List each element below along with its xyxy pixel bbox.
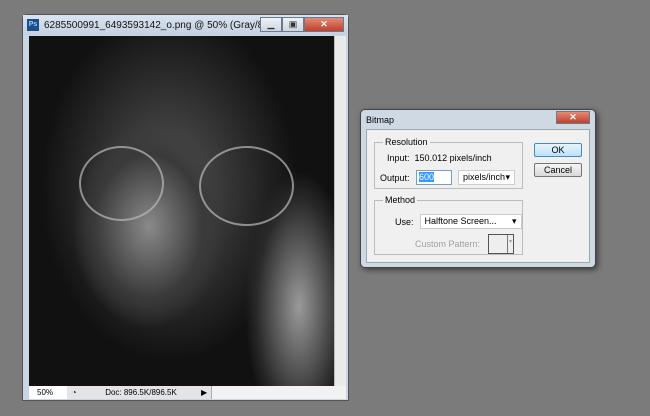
zoom-level[interactable]: 50% bbox=[29, 386, 67, 399]
status-menu-arrow-icon[interactable]: ▶ bbox=[201, 388, 211, 397]
chevron-down-icon: ▾ bbox=[511, 216, 517, 226]
chevron-down-icon: ▾ bbox=[505, 172, 511, 182]
bitmap-dialog: Bitmap ✕ Resolution Input: 150.012 pixel… bbox=[360, 109, 596, 268]
image-canvas[interactable] bbox=[29, 36, 334, 386]
zoom-icon[interactable]: ◔ bbox=[67, 388, 81, 397]
glasses-right-lens bbox=[199, 146, 294, 226]
doc-size: Doc: 896.5K/896.5K bbox=[105, 388, 177, 397]
status-bar: 50% ◔ Doc: 896.5K/896.5K ▶ bbox=[29, 386, 346, 399]
horizontal-scrollbar[interactable] bbox=[211, 386, 346, 399]
dialog-close-button[interactable]: ✕ bbox=[556, 111, 590, 124]
output-resolution-input[interactable]: 600 bbox=[416, 170, 453, 185]
output-value: 600 bbox=[419, 172, 435, 182]
document-window: Ps 6285500991_6493593142_o.png @ 50% (Gr… bbox=[22, 14, 349, 401]
glasses-left-lens bbox=[79, 146, 164, 221]
document-titlebar[interactable]: Ps 6285500991_6493593142_o.png @ 50% (Gr… bbox=[23, 15, 348, 35]
close-button[interactable]: ✕ bbox=[304, 17, 344, 32]
vertical-scrollbar[interactable] bbox=[334, 36, 346, 386]
input-value: 150.012 pixels/inch bbox=[414, 153, 492, 163]
resolution-legend: Resolution bbox=[385, 137, 428, 147]
output-unit: pixels/inch bbox=[463, 172, 506, 182]
use-label: Use: bbox=[395, 216, 414, 227]
ok-button[interactable]: OK bbox=[534, 143, 582, 157]
minimize-button[interactable]: ▁ bbox=[260, 17, 282, 32]
photoshop-icon: Ps bbox=[27, 19, 39, 31]
maximize-button[interactable]: ▣ bbox=[282, 17, 304, 32]
method-legend: Method bbox=[385, 195, 416, 205]
output-label: Output: bbox=[380, 172, 410, 183]
custom-pattern-label: Custom Pattern: bbox=[415, 239, 481, 249]
document-title: 6285500991_6493593142_o.png @ 50% (Gray/… bbox=[44, 19, 274, 31]
dialog-title: Bitmap bbox=[366, 115, 395, 125]
method-value: Halftone Screen... bbox=[424, 216, 497, 226]
custom-pattern-picker: ▾ bbox=[488, 234, 515, 254]
input-label: Input: bbox=[387, 153, 410, 163]
method-select[interactable]: Halftone Screen... ▾ bbox=[419, 214, 522, 229]
output-unit-select[interactable]: pixels/inch ▾ bbox=[458, 170, 516, 185]
cancel-button[interactable]: Cancel bbox=[534, 163, 582, 177]
